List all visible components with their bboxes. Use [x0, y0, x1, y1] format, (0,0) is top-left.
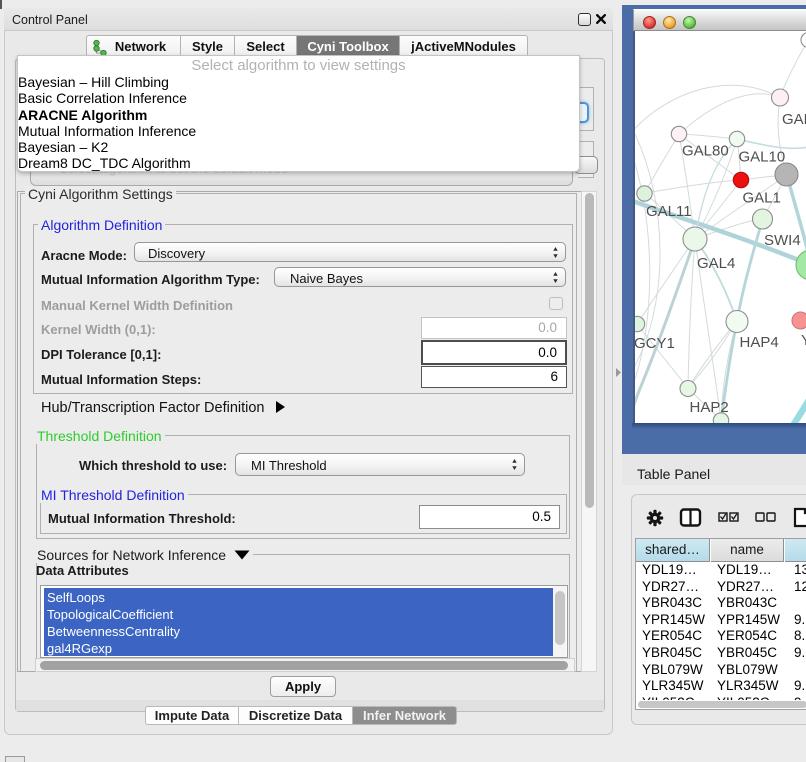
svg-text:HAP2: HAP2 [690, 399, 729, 416]
svg-text:GAL11: GAL11 [646, 203, 692, 220]
svg-text:HAP4: HAP4 [740, 334, 779, 351]
svg-text:GAL: GAL [782, 111, 806, 128]
svg-text:GCY1: GCY1 [635, 335, 675, 352]
svg-text:GAL80: GAL80 [682, 143, 729, 160]
svg-text:GAL1: GAL1 [743, 190, 781, 207]
svg-text:Y: Y [801, 332, 806, 349]
svg-text:GAL4: GAL4 [697, 255, 735, 272]
svg-text:GAL10: GAL10 [739, 149, 786, 166]
svg-text:SWI4: SWI4 [764, 232, 801, 249]
